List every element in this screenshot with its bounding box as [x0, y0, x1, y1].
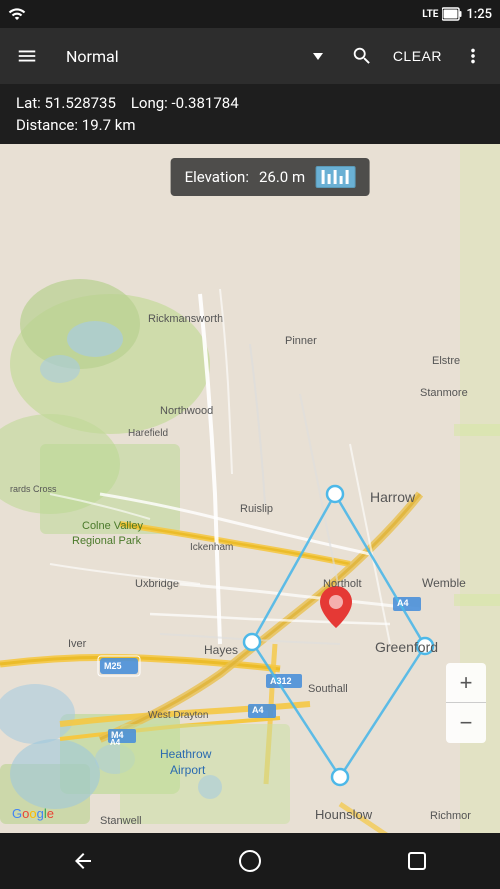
distance-value: 19.7 km [82, 116, 136, 134]
svg-text:A312: A312 [270, 676, 292, 686]
svg-text:Stanwell: Stanwell [100, 815, 142, 827]
ruler-line-3 [334, 170, 337, 184]
back-icon [71, 849, 95, 873]
svg-text:Pinner: Pinner [285, 335, 317, 347]
svg-text:Southall: Southall [308, 683, 348, 695]
long-value: -0.381784 [172, 94, 239, 112]
elevation-badge: Elevation: 26.0 m [171, 158, 370, 196]
status-left [8, 5, 26, 23]
more-button[interactable] [454, 37, 492, 75]
svg-text:West Drayton: West Drayton [148, 710, 208, 721]
svg-text:Harrow: Harrow [370, 489, 416, 505]
svg-text:Stanmore: Stanmore [420, 387, 468, 399]
google-logo: Google [12, 806, 54, 821]
dropdown-arrow-icon [313, 53, 323, 60]
zoom-in-button[interactable]: + [446, 663, 486, 703]
svg-text:Airport: Airport [170, 763, 206, 777]
search-icon [351, 45, 373, 67]
distance-line: Distance: 19.7 km [16, 116, 484, 134]
svg-text:Rickmansworth: Rickmansworth [148, 313, 223, 325]
back-button[interactable] [59, 837, 107, 885]
battery-icon [442, 7, 462, 21]
map-container[interactable]: Rickmansworth Northwood Harefield rards … [0, 144, 500, 833]
elevation-ruler-icon [315, 166, 355, 188]
map-type-selector[interactable]: Normal [54, 43, 335, 70]
svg-text:Iver: Iver [68, 638, 87, 650]
toolbar-actions: CLEAR [343, 37, 492, 75]
svg-text:A4: A4 [397, 598, 409, 608]
distance-label: Distance: [16, 116, 78, 134]
lte-label: LTE [422, 9, 438, 20]
more-icon [462, 45, 484, 67]
zoom-controls: + − [446, 663, 486, 743]
zoom-out-button[interactable]: − [446, 703, 486, 743]
long-label: Long: [131, 94, 168, 112]
svg-text:Northwood: Northwood [160, 405, 213, 417]
map-view[interactable]: Rickmansworth Northwood Harefield rards … [0, 144, 500, 833]
recents-icon [405, 849, 429, 873]
svg-text:Ickenham: Ickenham [190, 542, 233, 553]
ruler-line-1 [322, 170, 325, 184]
svg-text:Richmor: Richmor [430, 810, 471, 822]
nav-bar [0, 833, 500, 889]
toolbar: Normal CLEAR [0, 28, 500, 84]
status-right: LTE 1:25 [422, 7, 492, 22]
svg-text:A4: A4 [252, 705, 264, 715]
svg-text:A4: A4 [110, 738, 121, 747]
ruler-lines [322, 170, 349, 184]
svg-text:Elstre: Elstre [432, 355, 460, 367]
signal-icon [8, 5, 26, 23]
lat-value: 51.528735 [45, 94, 116, 112]
info-bar: Lat: 51.528735 Long: -0.381784 Distance:… [0, 84, 500, 144]
elevation-value: 26.0 m [259, 168, 305, 186]
svg-text:Hounslow: Hounslow [315, 807, 373, 822]
home-button[interactable] [226, 837, 274, 885]
svg-text:M25: M25 [104, 661, 122, 671]
svg-text:Regional Park: Regional Park [72, 535, 142, 547]
menu-button[interactable] [8, 37, 46, 75]
home-icon [238, 849, 262, 873]
lat-label: Lat: [16, 94, 41, 112]
recents-button[interactable] [393, 837, 441, 885]
svg-text:Ruislip: Ruislip [240, 503, 273, 515]
svg-text:Heathrow: Heathrow [160, 747, 212, 761]
svg-text:Hayes: Hayes [204, 643, 238, 657]
svg-text:Wemble: Wemble [422, 576, 466, 590]
hamburger-icon [16, 45, 38, 67]
coordinates-line: Lat: 51.528735 Long: -0.381784 [16, 94, 484, 112]
svg-text:Greenford: Greenford [375, 639, 438, 655]
clear-button[interactable]: CLEAR [385, 40, 450, 72]
svg-text:Harefield: Harefield [128, 428, 168, 439]
svg-text:Colne Valley: Colne Valley [82, 520, 143, 532]
elevation-label: Elevation: [185, 168, 249, 186]
svg-text:Northolt: Northolt [323, 578, 362, 590]
status-bar: LTE 1:25 [0, 0, 500, 28]
search-button[interactable] [343, 37, 381, 75]
ruler-line-2 [328, 174, 331, 184]
ruler-line-4 [340, 176, 343, 184]
ruler-line-5 [346, 170, 349, 184]
status-time: 1:25 [466, 7, 492, 22]
svg-text:rards Cross: rards Cross [10, 484, 57, 494]
map-type-label: Normal [66, 47, 119, 66]
